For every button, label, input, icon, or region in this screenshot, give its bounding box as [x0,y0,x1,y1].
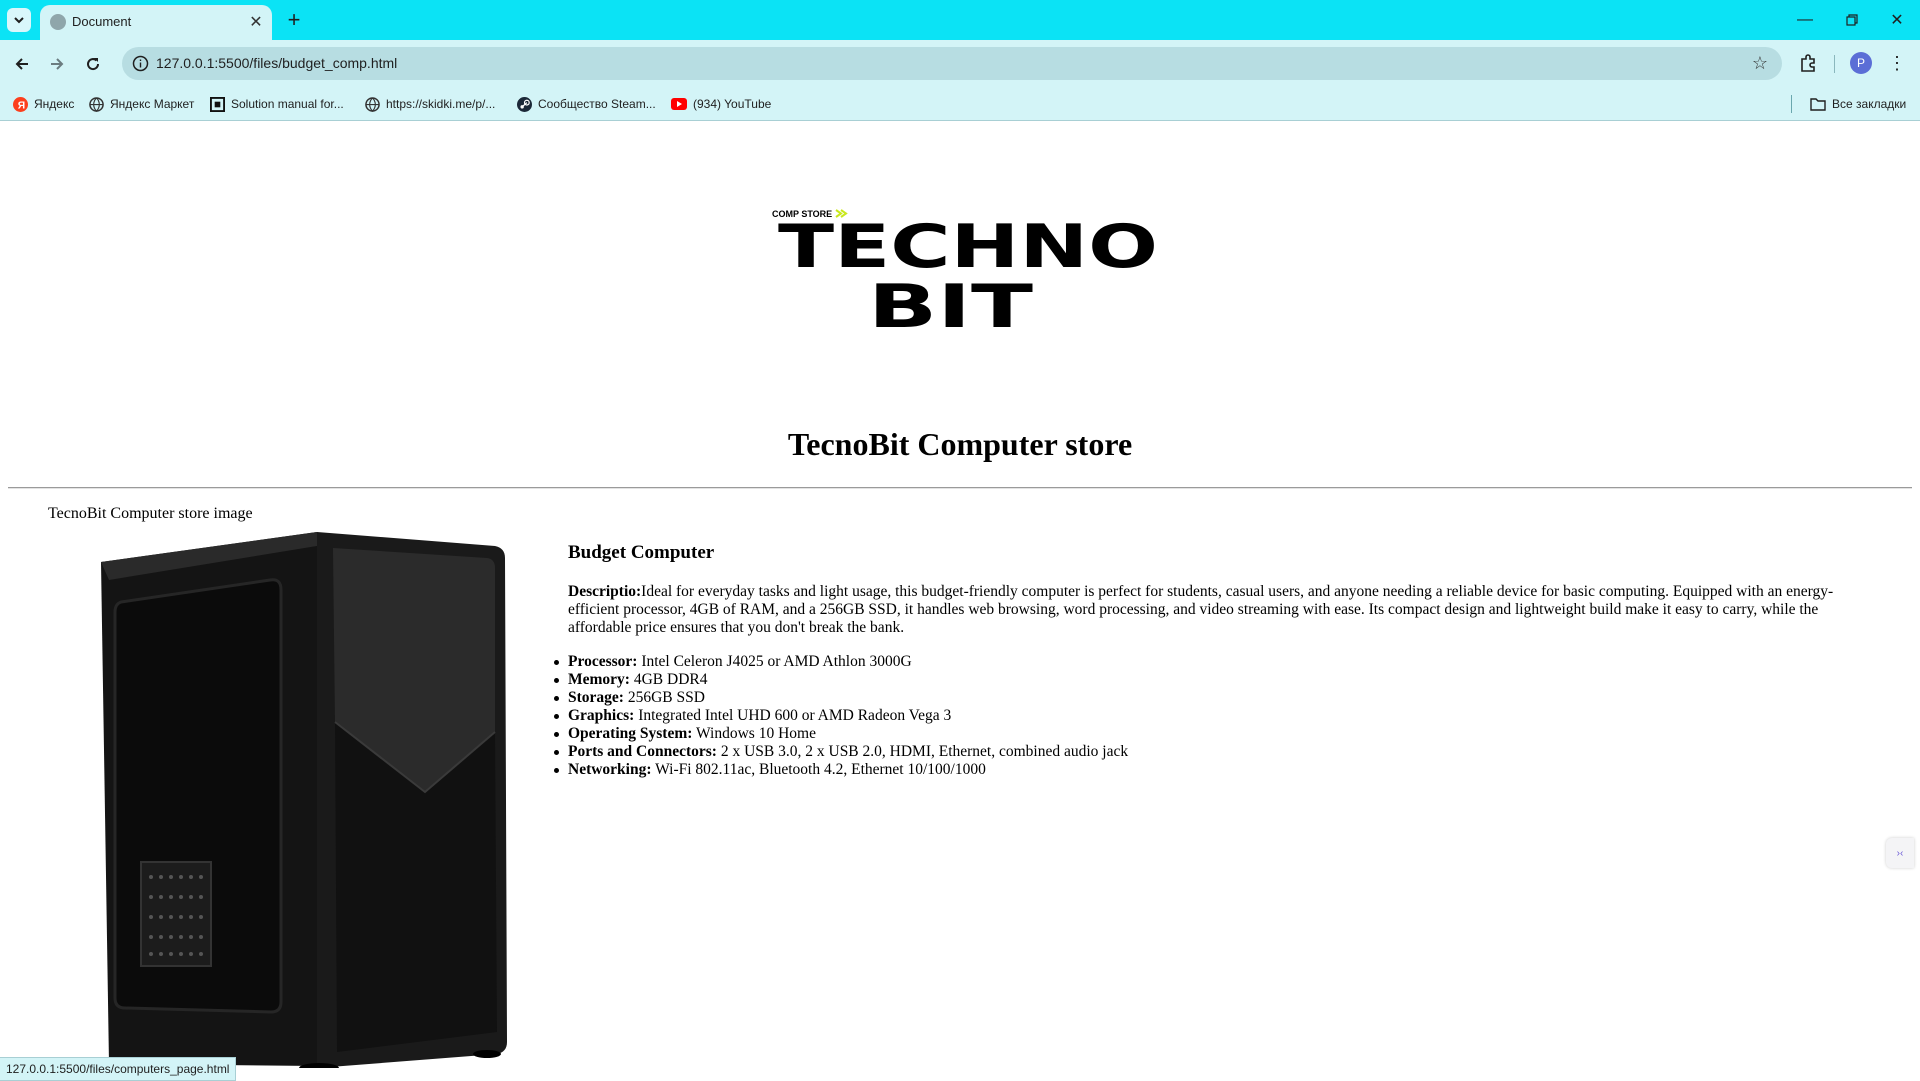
close-icon[interactable]: ✕ [246,12,266,32]
all-bookmarks-button[interactable]: Все закладки [1810,96,1906,112]
site-icon [209,96,225,112]
chevron-down-icon [14,17,24,24]
description-label: Descriptio: [568,583,642,600]
list-item: Memory: 4GB DDR4 [554,671,1868,689]
spec-value: Wi-Fi 802.11ac, Bluetooth 4.2, Ethernet … [655,761,986,778]
bookmark-label: Яндекс [34,97,75,111]
yandex-icon: Я [12,96,28,112]
forward-button[interactable] [45,52,69,76]
product-title: Budget Computer [568,542,715,563]
more-menu-icon[interactable]: ⋮ [1887,52,1907,74]
list-item: Processor: Intel Celeron J4025 or AMD At… [554,653,1868,671]
all-bookmarks-label: Все закладки [1832,97,1907,111]
spec-list: Processor: Intel Celeron J4025 or AMD At… [554,653,1868,779]
spec-value: 2 x USB 3.0, 2 x USB 2.0, HDMI, Ethernet… [720,743,1129,760]
toolbar-divider [1834,55,1835,73]
arrow-right-icon [51,58,64,70]
tab-title: Document [72,14,132,29]
list-item: Graphics: Integrated Intel UHD 600 or AM… [554,707,1868,725]
page-title: TecnoBit Computer store [787,426,1133,462]
reload-button[interactable] [81,52,105,76]
arrow-left-icon [15,58,28,70]
bookmark-label: Сообщество Steam... [538,97,656,111]
list-item: Operating System: Windows 10 Home [554,725,1868,743]
tab-search-button[interactable] [7,8,31,32]
spec-value: Intel Celeron J4025 or AMD Athlon 3000G [641,653,912,670]
list-item: Storage: 256GB SSD [554,689,1868,707]
bookmark-solution-manual[interactable]: Solution manual for... [209,96,344,112]
spec-label: Networking: [568,761,652,778]
bookmark-yandex[interactable]: Я Яндекс [12,96,74,112]
youtube-icon [671,96,687,112]
bookmark-steam-community[interactable]: Сообщество Steam... [516,96,656,112]
globe-icon [50,14,66,30]
extensions-icon[interactable] [1797,52,1819,74]
address-bar[interactable]: 127.0.0.1:5500/files/budget_comp.html ☆ [122,47,1782,80]
bookmarks-divider [1791,95,1792,113]
spec-value: 4GB DDR4 [633,671,708,688]
svg-text:BIT: BIT [868,272,1033,331]
browser-toolbar: 127.0.0.1:5500/files/budget_comp.html ☆ … [0,40,1920,87]
bookmark-label: https://skidki.me/p/... [386,97,496,111]
tab-strip: Document ✕ + — ✕ [0,0,1920,40]
bookmark-skidki[interactable]: https://skidki.me/p/... [364,96,495,112]
minimize-button[interactable]: — [1790,8,1820,32]
spec-label: Operating System: [568,725,693,742]
site-info-icon[interactable] [132,55,149,72]
globe-icon [88,96,104,112]
bookmark-label: Solution manual for... [231,97,344,111]
restore-button[interactable] [1837,8,1867,32]
restore-icon [1846,14,1858,26]
product-description: Descriptio:Ideal for everyday tasks and … [568,583,1884,637]
spec-label: Graphics: [568,707,635,724]
spec-label: Storage: [568,689,624,706]
bookmarks-bar: Я Яндекс Яндекс Маркет Solution manual f… [0,87,1920,121]
bookmark-yandex-market[interactable]: Яндекс Маркет [88,96,194,112]
side-panel-toggle[interactable]: ›‹ [1886,838,1914,868]
svg-text:Я: Я [17,100,24,111]
list-item: Ports and Connectors: 2 x USB 3.0, 2 x U… [554,743,1868,761]
active-tab[interactable]: Document ✕ [40,5,272,40]
bookmark-label: Яндекс Маркет [110,97,195,111]
side-panel-icon: ›‹ [1896,847,1904,859]
image-alt-text: TecnoBit Computer store image [48,505,253,522]
spec-value: 256GB SSD [627,689,705,706]
steam-icon [516,96,532,112]
horizontal-rule [8,487,1912,489]
list-item: Networking: Wi-Fi 802.11ac, Bluetooth 4.… [554,761,1868,779]
description-text: Ideal for everyday tasks and light usage… [568,583,1834,636]
computer-case-image [101,532,507,1068]
spec-label: Ports and Connectors: [568,743,717,760]
reload-icon [87,58,100,71]
link-status-bubble: 127.0.0.1:5500/files/computers_page.html [0,1057,237,1081]
bookmark-star-icon[interactable]: ☆ [1752,53,1768,74]
bookmark-label: (934) YouTube [693,97,772,111]
bookmark-youtube[interactable]: (934) YouTube [671,96,771,112]
page-content: COMP STORE TECHNO BIT TecnoBit Computer … [0,121,1920,1080]
folder-icon [1810,96,1826,112]
spec-label: Memory: [568,671,630,688]
spec-value: Windows 10 Home [696,725,816,742]
new-tab-button[interactable]: + [282,7,306,32]
url-text: 127.0.0.1:5500/files/budget_comp.html [156,55,398,71]
spec-label: Processor: [568,653,638,670]
profile-avatar[interactable]: P [1850,52,1872,74]
technobit-logo[interactable]: COMP STORE TECHNO BIT [770,207,1162,331]
globe-icon [364,96,380,112]
spec-value: Integrated Intel UHD 600 or AMD Radeon V… [638,707,952,724]
close-window-button[interactable]: ✕ [1882,8,1912,32]
back-button[interactable] [10,52,34,76]
